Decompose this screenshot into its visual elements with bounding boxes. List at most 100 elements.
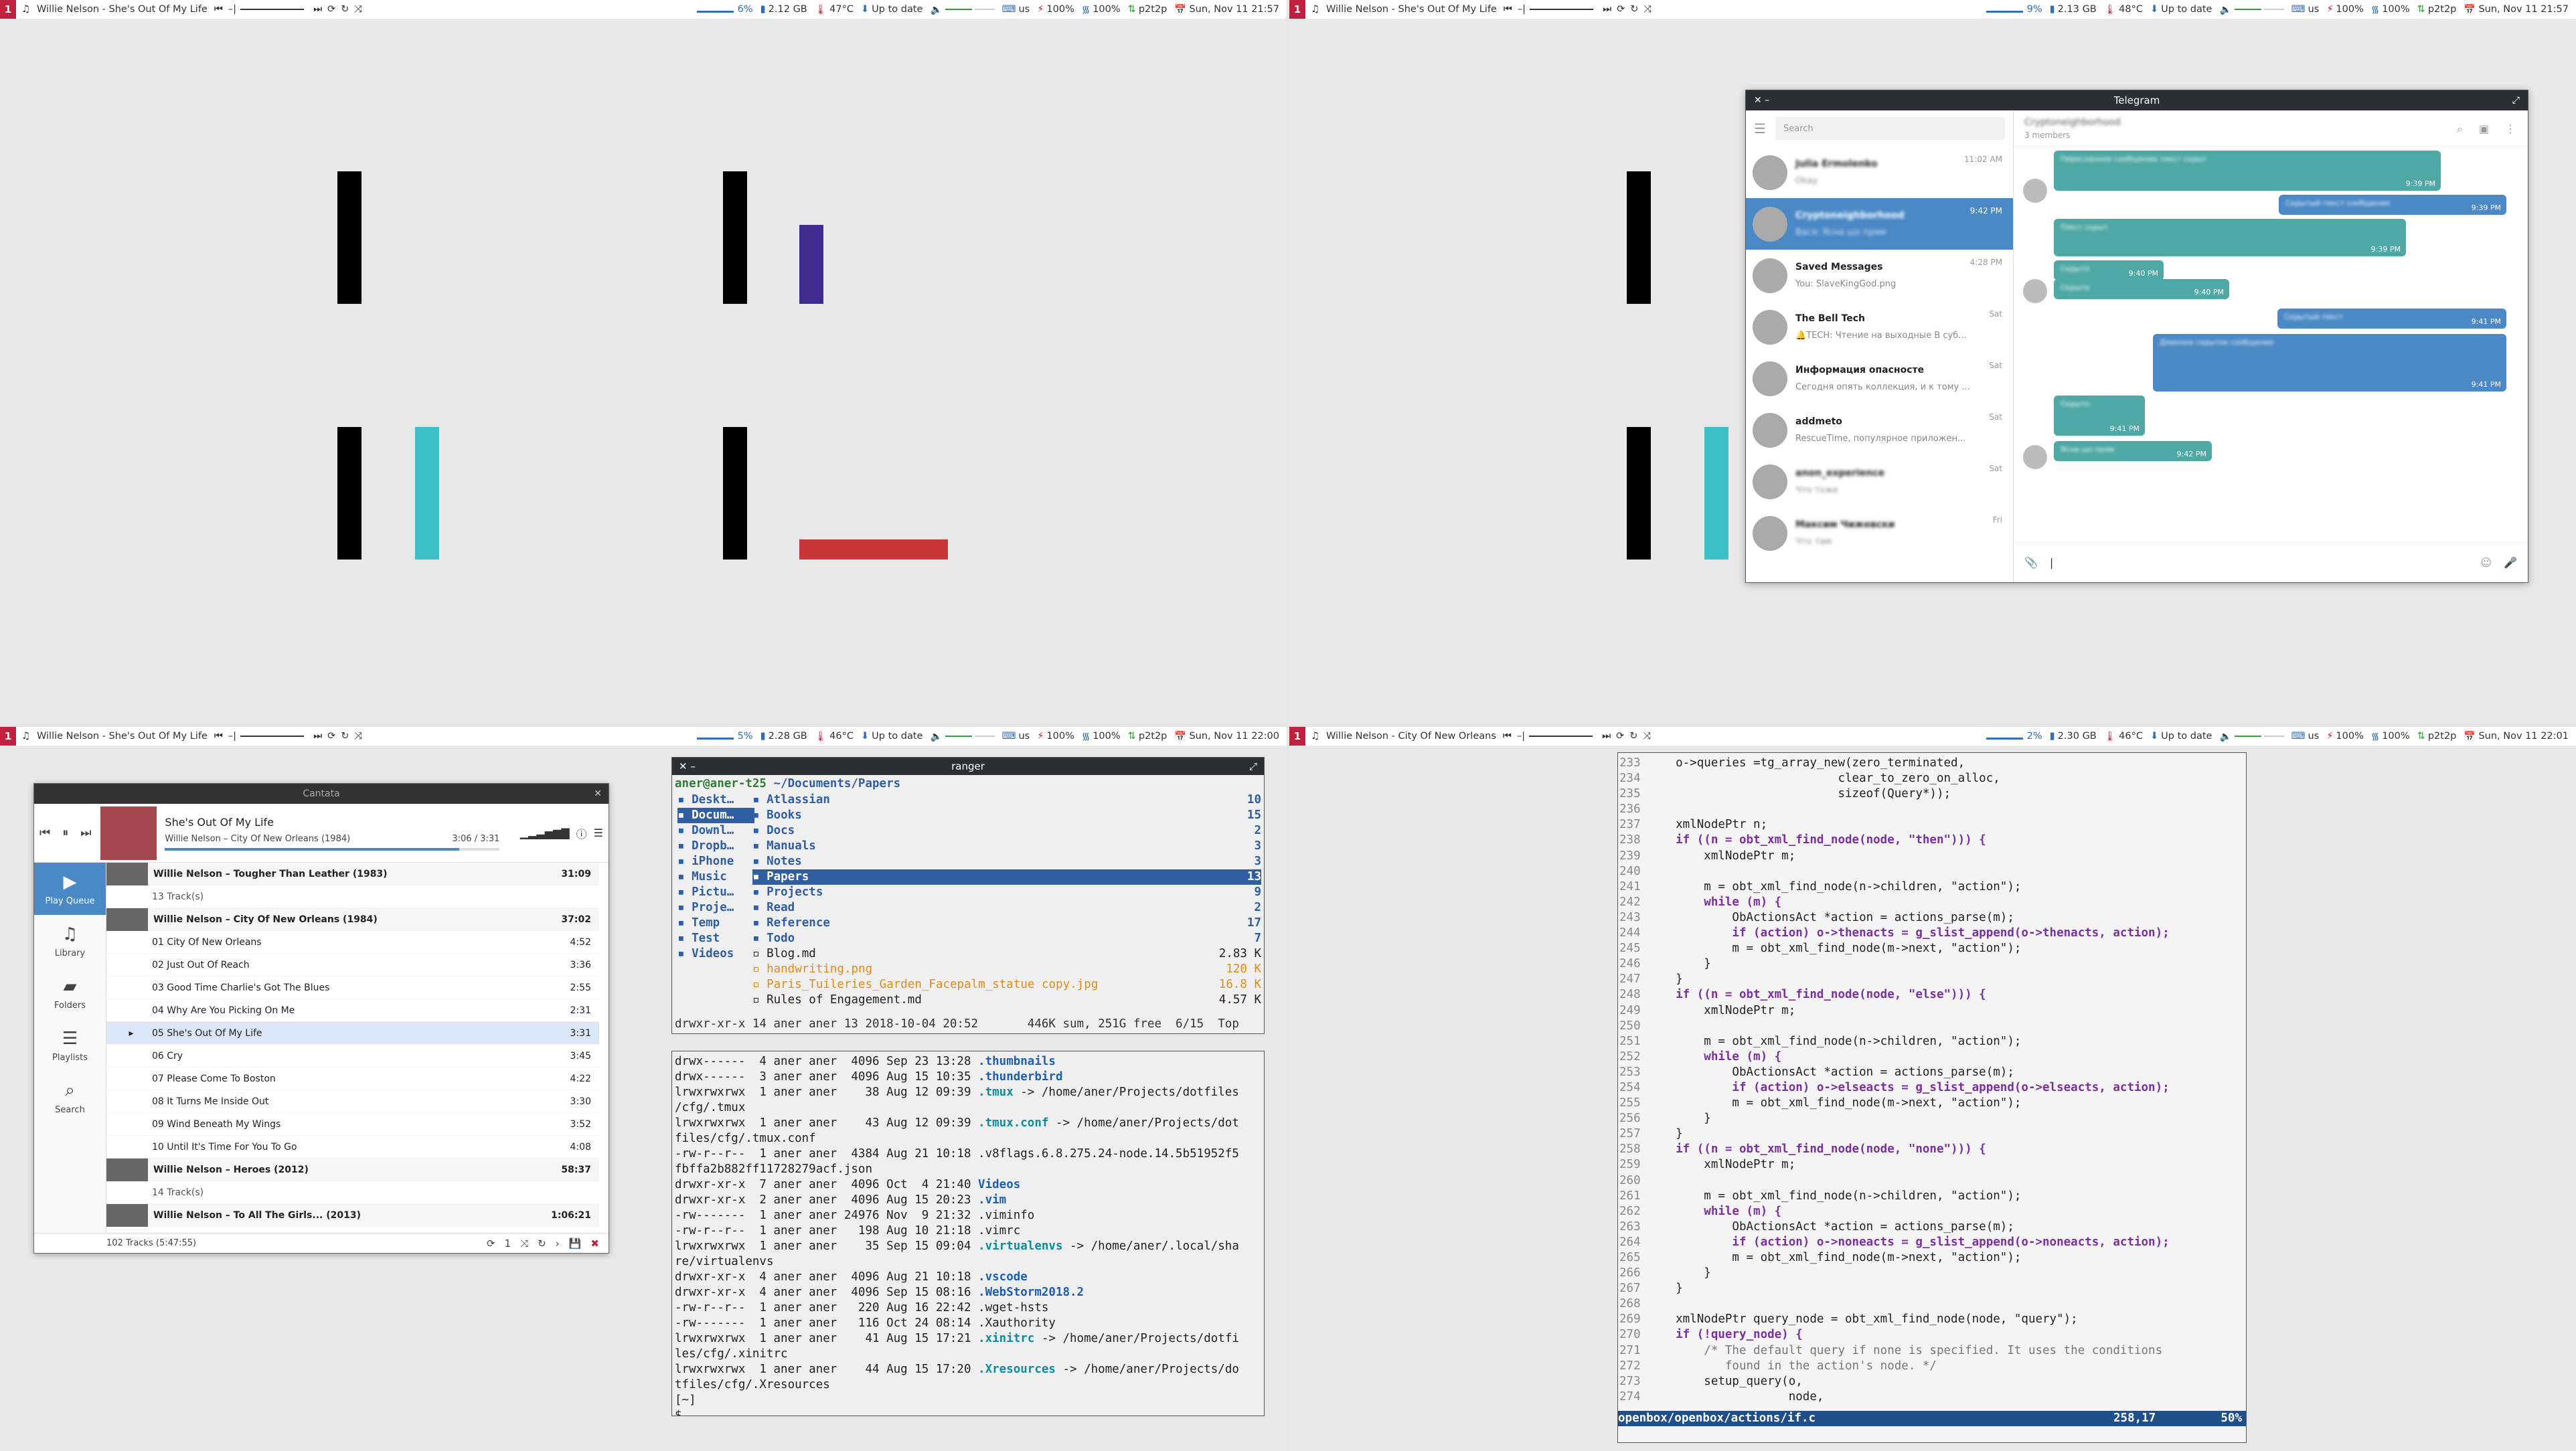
close-icon[interactable]: ✕ –	[1754, 95, 1769, 106]
chat-list-item[interactable]: Cryptoneighborhood Вася: Ясна шо прям 9:42…	[1746, 198, 2013, 250]
shell-terminal[interactable]: drwx------ 4 aner aner 4096 Sep 23 13:28…	[671, 1051, 1265, 1416]
repeat-icon[interactable]: ⟳	[1616, 731, 1624, 742]
next-track-icon[interactable]: ⏭	[80, 826, 91, 840]
table-row[interactable]: ▸ 05 She's Out Of My Life 3:31	[106, 1022, 599, 1045]
message-bubble[interactable]: Пересланное сообщение текст скрыт 9:39 PM	[2054, 151, 2441, 191]
volume-status[interactable]: 🔈	[930, 4, 995, 15]
parent-dir-item[interactable]: ▪ Proje…	[677, 900, 754, 916]
chat-list-item[interactable]: Максим Чижевски Что там Fri	[1746, 507, 2013, 559]
table-row[interactable]: 10 Until It's Time For You To Go 4:08	[106, 1136, 599, 1159]
shuffle-icon[interactable]: ⤨	[520, 1237, 528, 1250]
now-playing-text[interactable]: Willie Nelson - She's Out Of My Life	[1326, 4, 1497, 15]
next-track-icon[interactable]: ⏭	[313, 731, 322, 742]
parent-dir-item[interactable]: ▪ Pictu…	[677, 885, 754, 900]
file-list-item[interactable]: ▫ Blog.md 2.83 K	[752, 946, 1261, 962]
table-row[interactable]: 08 It Turns Me Inside Out 3:30	[106, 1090, 599, 1113]
repeat-icon[interactable]: ⟳	[1617, 4, 1625, 15]
save-icon[interactable]: 💾	[569, 1237, 582, 1250]
menu-icon[interactable]: ☰	[1754, 120, 1766, 137]
nav-play-queue[interactable]: ▶ Play Queue	[34, 863, 106, 915]
message-input-bar[interactable]: 📎 | ☺ 🎤	[2014, 542, 2528, 582]
now-playing-text[interactable]: Willie Nelson - She's Out Of My Life	[37, 4, 208, 15]
chat-list-item[interactable]: anon_experience Что тоже Sat	[1746, 456, 2013, 507]
table-row[interactable]: 14 Track(s)	[106, 1181, 599, 1204]
microphone-icon[interactable]: 🎤	[2504, 556, 2517, 569]
parent-dir-item[interactable]: ▪ iPhone	[677, 854, 754, 869]
next-icon[interactable]: ›	[556, 1237, 560, 1250]
file-list-item[interactable]: ▪ Books 15	[752, 808, 1261, 823]
close-icon[interactable]: ✕	[594, 788, 602, 799]
volume-status[interactable]: 🔈	[2219, 731, 2284, 742]
chat-list-item[interactable]: Информация опасносте Сегодня опять коллек…	[1746, 353, 2013, 404]
info-icon[interactable]: ⓘ	[576, 825, 587, 841]
workspace-indicator[interactable]: 1	[0, 727, 16, 746]
pause-icon[interactable]: ⏸	[62, 826, 68, 840]
message-bubble[interactable]: Текст скрыт 9:39 PM	[2054, 219, 2406, 256]
chat-list-item[interactable]: Saved Messages You: SlaveKingGod.png 4:28 …	[1746, 250, 2013, 301]
consume-icon[interactable]: ↻	[341, 4, 349, 15]
previous-track-icon[interactable]: ⏮	[1504, 4, 1512, 15]
seek-bar[interactable]: –|	[228, 731, 308, 742]
consume-icon[interactable]: ↻	[1629, 731, 1637, 742]
chat-list-item[interactable]: Julia Ermolenko Okay 11:02 AM	[1746, 147, 2013, 198]
file-list-item[interactable]: ▫ Rules of Engagement.md 4.57 K	[752, 993, 1261, 1008]
parent-dir-item[interactable]: ▪ Test	[677, 931, 754, 946]
window-titlebar[interactable]: ✕ – Telegram ⤢	[1746, 90, 2528, 110]
consume-icon[interactable]: ↻	[538, 1237, 546, 1250]
parent-dir-item[interactable]: ▪ Downl…	[677, 823, 754, 839]
search-input[interactable]: Search	[1775, 117, 2005, 140]
seek-bar[interactable]: –|	[228, 4, 308, 15]
song-progress-bar[interactable]	[165, 847, 500, 851]
clear-icon[interactable]: ✖	[590, 1237, 599, 1250]
nav-playlists[interactable]: ☰ Playlists	[34, 1019, 106, 1072]
table-row[interactable]: 07 Please Come To Boston 4:22	[106, 1068, 599, 1090]
now-playing-text[interactable]: Willie Nelson - She's Out Of My Life	[37, 731, 208, 742]
now-playing-text[interactable]: Willie Nelson - City Of New Orleans	[1326, 731, 1496, 742]
album-header-row[interactable]: Willie Nelson – To All The Girls... (201…	[106, 1203, 599, 1227]
volume-status[interactable]: 🔈	[2219, 4, 2284, 15]
volume-icon[interactable]: ▁▂▃▅▆▇	[520, 827, 570, 839]
nav-folders[interactable]: ▰ Folders	[34, 967, 106, 1019]
file-list-item[interactable]: ▪ Projects 9	[752, 885, 1261, 900]
search-icon[interactable]: ⌕	[2457, 122, 2463, 136]
file-list-item[interactable]: ▪ Read 2	[752, 900, 1261, 916]
shuffle-icon[interactable]: ⤨	[354, 4, 362, 15]
next-track-icon[interactable]: ⏭	[313, 4, 322, 15]
menu-icon[interactable]: ☰	[594, 827, 603, 839]
workspace-indicator[interactable]: 1	[1289, 0, 1305, 19]
message-bubble[interactable]: Скрыто 9:40 PM	[2054, 260, 2164, 280]
parent-dir-item[interactable]: ▪ Videos	[677, 946, 754, 962]
maximize-icon[interactable]: ⤢	[2512, 95, 2520, 106]
album-header-row[interactable]: Willie Nelson – Heroes (2012) 58:37	[106, 1158, 599, 1181]
window-titlebar[interactable]: ✕ – ranger ⤢	[672, 758, 1264, 775]
table-row[interactable]: 13 Track(s)	[106, 885, 599, 908]
parent-dir-item[interactable]: ▪ Dropb…	[677, 839, 754, 854]
table-row[interactable]: 03 Good Time Charlie's Got The Blues 2:55	[106, 976, 599, 999]
message-bubble[interactable]: Скрыто 9:40 PM	[2054, 279, 2229, 299]
parent-dir-item[interactable]: ▪ Temp	[677, 916, 754, 931]
repeat-icon[interactable]: ⟳	[487, 1237, 495, 1250]
repeat-icon[interactable]: ⟳	[327, 4, 335, 15]
message-bubble[interactable]: Скрытый текст сообщения 9:39 PM	[2279, 195, 2506, 215]
repeat-icon[interactable]: ⟳	[327, 731, 335, 742]
single-button[interactable]: 1	[505, 1237, 511, 1250]
previous-track-icon[interactable]: ⏮	[1503, 731, 1512, 742]
volume-status[interactable]: 🔈	[930, 731, 995, 742]
message-bubble[interactable]: Скрыто 9:41 PM	[2054, 396, 2145, 436]
nav-search[interactable]: ⌕ Search	[34, 1072, 106, 1124]
file-list-item[interactable]: ▪ Reference 17	[752, 916, 1261, 931]
message-bubble[interactable]: Ясна шо прям 9:42 PM	[2054, 441, 2212, 461]
next-track-icon[interactable]: ⏭	[1602, 731, 1611, 742]
seek-bar[interactable]: –|	[1517, 731, 1597, 742]
parent-dir-item[interactable]: ▪ Music	[677, 869, 754, 885]
shuffle-icon[interactable]: ⤨	[354, 731, 362, 742]
consume-icon[interactable]: ↻	[341, 731, 349, 742]
file-list-item[interactable]: ▪ Notes 3	[752, 854, 1261, 869]
consume-icon[interactable]: ↻	[1630, 4, 1638, 15]
message-bubble[interactable]: Скрытый текст 9:41 PM	[2277, 309, 2506, 329]
file-list-item[interactable]: ▪ Todo 7	[752, 931, 1261, 946]
previous-track-icon[interactable]: ⏮	[39, 826, 50, 840]
table-row[interactable]: 01 City Of New Orleans 4:52	[106, 931, 599, 954]
file-list-item[interactable]: ▪ Manuals 3	[752, 839, 1261, 854]
previous-track-icon[interactable]: ⏮	[214, 731, 223, 742]
